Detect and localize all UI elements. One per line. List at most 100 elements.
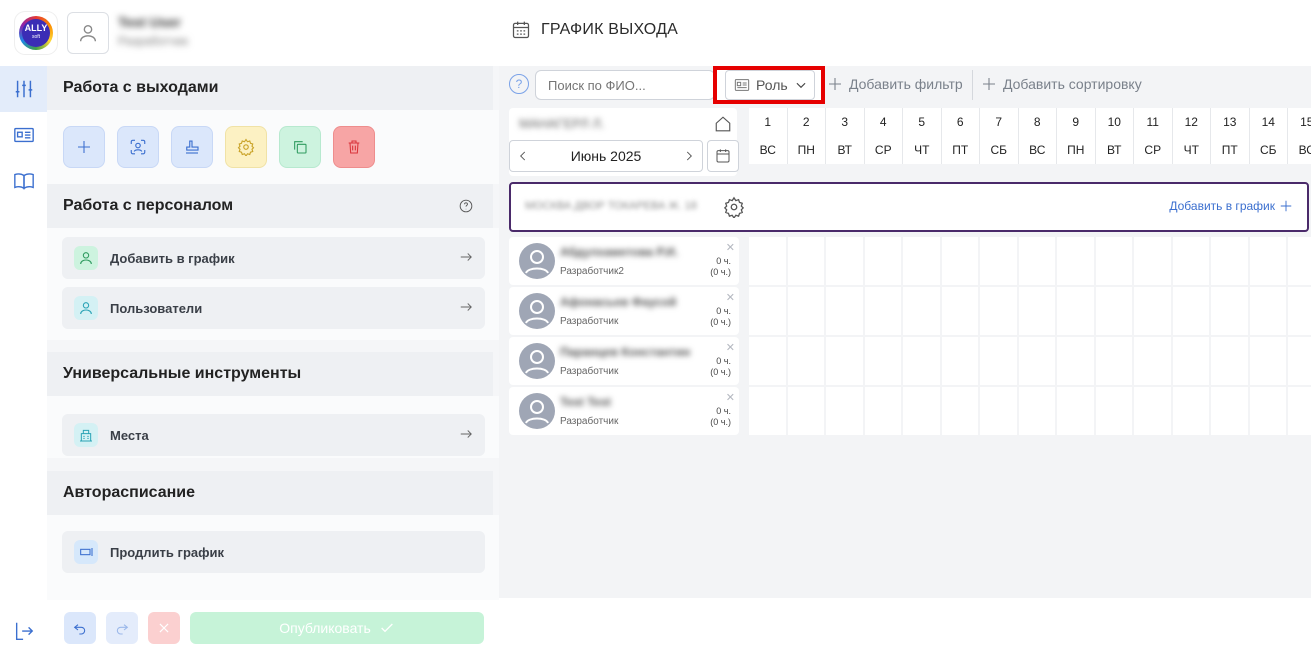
schedule-cell[interactable] xyxy=(749,337,788,385)
schedule-cell[interactable] xyxy=(1134,237,1173,285)
publish-button[interactable]: Опубликовать xyxy=(190,612,484,644)
schedule-cell[interactable] xyxy=(864,237,903,285)
schedule-cell[interactable] xyxy=(1095,287,1134,335)
help-icon[interactable] xyxy=(459,199,473,213)
schedule-cell[interactable] xyxy=(1057,337,1096,385)
help-button[interactable]: ? xyxy=(509,74,529,94)
remove-employee-button[interactable]: ✕ xyxy=(726,241,735,254)
extend-schedule-card[interactable]: Продлить график xyxy=(62,531,485,573)
employee-row[interactable]: Паранцев Константин Разработчик ✕ 0 ч. (0 ч.… xyxy=(509,337,739,385)
schedule-cell[interactable] xyxy=(787,387,826,435)
schedule-cell[interactable] xyxy=(941,287,980,335)
copy-button[interactable] xyxy=(279,126,321,168)
schedule-cell[interactable] xyxy=(1057,387,1096,435)
schedule-cell[interactable] xyxy=(980,237,1019,285)
chevron-right-icon[interactable] xyxy=(682,149,696,163)
schedule-cell[interactable] xyxy=(1288,337,1311,385)
schedule-cell[interactable] xyxy=(1018,337,1057,385)
schedule-cell[interactable] xyxy=(1018,287,1057,335)
undo-button[interactable] xyxy=(64,612,96,644)
schedule-cell[interactable] xyxy=(787,287,826,335)
schedule-cell[interactable] xyxy=(941,237,980,285)
schedule-cell[interactable] xyxy=(980,387,1019,435)
schedule-cell[interactable] xyxy=(1288,287,1311,335)
schedule-cell[interactable] xyxy=(1172,387,1211,435)
schedule-cell[interactable] xyxy=(1211,287,1250,335)
schedule-cell[interactable] xyxy=(1172,337,1211,385)
schedule-cell[interactable] xyxy=(1172,287,1211,335)
schedule-cell[interactable] xyxy=(826,237,865,285)
employee-row[interactable]: Test Test Разработчик ✕ 0 ч. (0 ч.) xyxy=(509,387,739,435)
schedule-cell[interactable] xyxy=(1095,237,1134,285)
add-to-schedule-card[interactable]: Добавить в график xyxy=(62,237,485,279)
schedule-cell[interactable] xyxy=(1018,237,1057,285)
schedule-cell[interactable] xyxy=(1249,237,1288,285)
schedule-cell[interactable] xyxy=(1057,287,1096,335)
schedule-cell[interactable] xyxy=(787,237,826,285)
redo-button[interactable] xyxy=(106,612,138,644)
schedule-cell[interactable] xyxy=(1057,237,1096,285)
employee-row[interactable]: Абдулхаметова Р.И. Разработчик2 ✕ 0 ч. (0 ч.… xyxy=(509,237,739,285)
schedule-cell[interactable] xyxy=(749,237,788,285)
remove-employee-button[interactable]: ✕ xyxy=(726,391,735,404)
schedule-cell[interactable] xyxy=(1172,237,1211,285)
schedule-cell[interactable] xyxy=(1134,287,1173,335)
schedule-cell[interactable] xyxy=(903,387,942,435)
schedule-cell[interactable] xyxy=(980,287,1019,335)
add-to-schedule-link[interactable]: Добавить в график xyxy=(1169,199,1293,213)
schedule-cell[interactable] xyxy=(1249,287,1288,335)
stamp-button[interactable] xyxy=(171,126,213,168)
add-exit-button[interactable] xyxy=(63,126,105,168)
schedule-cell[interactable] xyxy=(1249,337,1288,385)
users-card[interactable]: Пользователи xyxy=(62,287,485,329)
add-sort-button[interactable]: Добавить сортировку xyxy=(981,76,1142,92)
assign-users-button[interactable] xyxy=(117,126,159,168)
schedule-cell[interactable] xyxy=(1018,387,1057,435)
add-filter-button[interactable]: Добавить фильтр xyxy=(827,76,963,92)
schedule-cell[interactable] xyxy=(826,337,865,385)
remove-employee-button[interactable]: ✕ xyxy=(726,341,735,354)
rail-cards[interactable] xyxy=(0,112,47,158)
schedule-cell[interactable] xyxy=(1211,337,1250,385)
schedule-cell[interactable] xyxy=(826,287,865,335)
schedule-cell[interactable] xyxy=(903,237,942,285)
schedule-cell[interactable] xyxy=(903,337,942,385)
rail-settings[interactable] xyxy=(0,66,47,112)
schedule-cell[interactable] xyxy=(1288,237,1311,285)
chevron-left-icon[interactable] xyxy=(516,149,530,163)
employee-row[interactable]: Афонасьев Фаусой Разработчик ✕ 0 ч. (0 ч.) xyxy=(509,287,739,335)
schedule-cell[interactable] xyxy=(787,337,826,385)
user-avatar[interactable] xyxy=(67,12,109,54)
schedule-cell[interactable] xyxy=(903,287,942,335)
schedule-cell[interactable] xyxy=(749,387,788,435)
schedule-cell[interactable] xyxy=(1134,387,1173,435)
schedule-cell[interactable] xyxy=(941,337,980,385)
remove-employee-button[interactable]: ✕ xyxy=(726,291,735,304)
settings-button[interactable] xyxy=(225,126,267,168)
places-card[interactable]: Места xyxy=(62,414,485,456)
calendar-picker-button[interactable] xyxy=(707,140,739,172)
schedule-cell[interactable] xyxy=(941,387,980,435)
rail-book[interactable] xyxy=(0,158,47,204)
role-filter-dropdown[interactable]: Роль xyxy=(725,70,815,100)
schedule-cell[interactable] xyxy=(1211,387,1250,435)
gear-icon[interactable] xyxy=(723,196,745,218)
schedule-cell[interactable] xyxy=(864,287,903,335)
schedule-cell[interactable] xyxy=(1288,387,1311,435)
schedule-cell[interactable] xyxy=(826,387,865,435)
schedule-cell[interactable] xyxy=(1211,237,1250,285)
schedule-cell[interactable] xyxy=(1095,337,1134,385)
schedule-cell[interactable] xyxy=(1095,387,1134,435)
search-input[interactable] xyxy=(535,70,715,100)
schedule-cell[interactable] xyxy=(864,337,903,385)
delete-button[interactable] xyxy=(333,126,375,168)
app-logo[interactable]: ALLY soft xyxy=(15,12,57,54)
schedule-cell[interactable] xyxy=(980,337,1019,385)
schedule-cell[interactable] xyxy=(1249,387,1288,435)
logout-button[interactable] xyxy=(0,620,47,644)
schedule-cell[interactable] xyxy=(1134,337,1173,385)
schedule-cell[interactable] xyxy=(749,287,788,335)
home-icon[interactable] xyxy=(714,115,732,133)
schedule-cell[interactable] xyxy=(864,387,903,435)
cancel-button[interactable] xyxy=(148,612,180,644)
